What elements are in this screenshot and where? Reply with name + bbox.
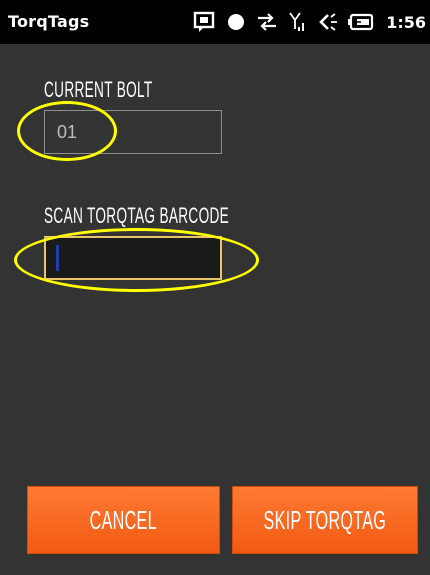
signal-icon [288, 11, 306, 33]
app-title: TorqTags [8, 12, 90, 31]
clock: 1:56 [386, 12, 426, 32]
current-bolt-field: 01 [44, 110, 222, 154]
skip-torqtag-button-label: SKIP TORQTAG [263, 504, 387, 535]
scan-barcode-input[interactable] [44, 236, 222, 280]
cancel-button-label: CANCEL [89, 504, 158, 535]
status-icons: 1:56 [192, 6, 426, 38]
screen: TorqTags 1:56 CURRENT BOLT 01 SCAN TORQT… [0, 0, 430, 575]
battery-icon [348, 13, 374, 31]
sync-icon [256, 12, 278, 32]
current-bolt-label: CURRENT BOLT [44, 77, 153, 102]
skip-torqtag-button[interactable]: SKIP TORQTAG [232, 486, 418, 554]
status-bar: TorqTags 1:56 [0, 0, 430, 44]
text-caret [56, 245, 59, 271]
speaker-icon [316, 12, 338, 32]
cancel-button[interactable]: CANCEL [27, 486, 220, 554]
scan-barcode-label: SCAN TORQTAG BARCODE [44, 203, 230, 228]
record-icon [226, 12, 246, 32]
message-icon [192, 11, 216, 33]
